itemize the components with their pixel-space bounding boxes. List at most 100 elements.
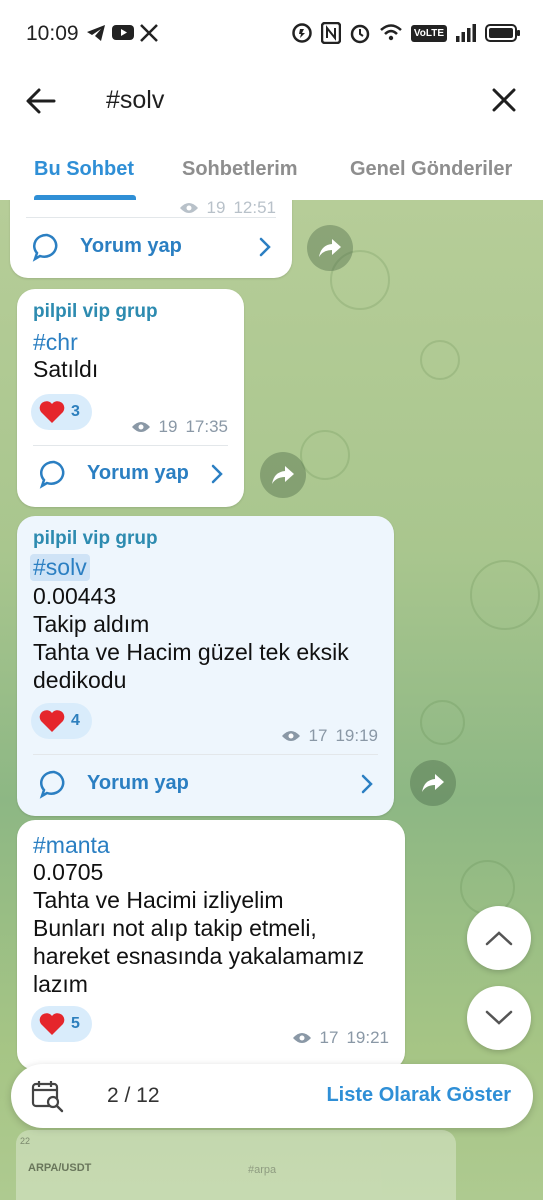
message-bubble[interactable]: 19 12:51 Yorum yap — [10, 200, 292, 278]
heart-icon — [39, 710, 65, 732]
message-time: 12:51 — [233, 200, 276, 217]
close-icon[interactable] — [489, 85, 519, 115]
chevron-right-icon — [259, 237, 271, 257]
heart-icon — [39, 1013, 65, 1035]
tab-bu-sohbet[interactable]: Bu Sohbet — [34, 158, 134, 181]
message-text: Tahta ve Hacim güzel tek eksik — [33, 639, 349, 665]
status-left-icons — [86, 24, 158, 42]
battery-icon — [485, 24, 520, 42]
alarm-icon — [350, 24, 370, 44]
views-eye-icon — [292, 1033, 311, 1043]
hashtag-link[interactable]: #chr — [33, 329, 78, 356]
signal-icon — [456, 24, 476, 42]
message-text: 0.00443 — [33, 583, 117, 609]
wifi-icon — [379, 24, 402, 41]
hashtag-link[interactable]: #manta — [33, 832, 110, 859]
share-arrow-icon — [272, 466, 294, 484]
previous-result-button[interactable] — [467, 906, 531, 970]
hashtag-link-highlighted[interactable]: #solv — [30, 554, 90, 581]
status-time: 10:09 — [26, 22, 79, 45]
tab-sohbetlerim[interactable]: Sohbetlerim — [182, 158, 298, 181]
x-icon — [140, 24, 158, 42]
telegram-icon — [87, 25, 105, 41]
comment-row[interactable]: Yorum yap — [17, 445, 244, 505]
chevron-down-icon — [485, 1010, 513, 1025]
views-eye-icon — [281, 731, 300, 741]
preview-pair-text: ARPA/USDT — [28, 1162, 92, 1174]
view-count: 17 — [319, 1028, 339, 1047]
message-text: lazım — [33, 971, 88, 997]
data-saver-icon — [292, 23, 312, 43]
share-arrow-icon — [319, 239, 341, 257]
result-counter: 2 / 12 — [107, 1084, 160, 1107]
comment-row[interactable]: Yorum yap — [17, 755, 394, 815]
wallpaper-doodle — [420, 700, 465, 745]
view-count: 19 — [206, 200, 226, 217]
reaction-chip[interactable]: 4 — [31, 703, 92, 739]
views-eye-icon — [179, 203, 198, 213]
message-bubble[interactable]: #manta 0.0705 Tahta ve Hacimi izliyelim … — [17, 820, 405, 1070]
chevron-right-icon — [361, 774, 373, 794]
show-as-list-button[interactable]: Liste Olarak Göster — [326, 1084, 511, 1107]
next-result-button[interactable] — [467, 986, 531, 1050]
youtube-icon — [112, 25, 134, 40]
comment-icon — [39, 770, 65, 799]
share-arrow-icon — [422, 774, 444, 792]
nfc-icon — [320, 22, 341, 44]
preview-status-text: 22 — [20, 1136, 31, 1146]
comment-button-label: Yorum yap — [87, 772, 189, 794]
message-bubble-highlighted[interactable]: pilpil vip grup #solv 0.00443 Takip aldı… — [17, 516, 394, 816]
search-tabs: Bu Sohbet Sohbetlerim Genel Gönderiler — [0, 150, 543, 200]
back-arrow-icon[interactable] — [24, 84, 58, 118]
reaction-count: 5 — [71, 1015, 80, 1032]
reaction-chip[interactable]: 5 — [31, 1006, 92, 1042]
message-text: Takip aldım — [33, 611, 150, 637]
comment-icon — [32, 233, 58, 262]
message-meta: 17 19:21 — [292, 1028, 389, 1048]
view-count: 19 — [158, 417, 178, 436]
comment-button-label: Yorum yap — [80, 235, 182, 257]
share-button[interactable] — [260, 452, 306, 498]
message-text: Bunları not alıp takip etmeli, — [33, 915, 317, 941]
message-text: Tahta ve Hacimi izliyelim — [33, 887, 284, 913]
status-bar: 10:09 VoLTE — [0, 0, 543, 68]
preview-search-text: #arpa — [248, 1164, 277, 1176]
wallpaper-doodle — [300, 430, 350, 480]
calendar-search-icon[interactable] — [31, 1079, 65, 1113]
sender-name[interactable]: pilpil vip grup — [33, 528, 158, 550]
share-button[interactable] — [307, 225, 353, 271]
search-header: #solv Bu Sohbet Sohbetlerim Genel Gönder… — [0, 68, 543, 200]
share-button[interactable] — [410, 760, 456, 806]
chat-area[interactable]: 19 12:51 Yorum yap pilpil vip grup #chr … — [0, 200, 543, 1200]
comment-row[interactable]: Yorum yap — [10, 218, 292, 278]
search-input[interactable]: #solv — [106, 86, 164, 115]
views-eye-icon — [131, 422, 150, 432]
message-text: Satıldı — [33, 356, 99, 382]
reaction-count: 3 — [71, 403, 80, 420]
reaction-count: 4 — [71, 712, 80, 729]
view-count: 17 — [308, 726, 328, 745]
message-time: 19:19 — [335, 726, 378, 745]
message-time: 19:21 — [346, 1028, 389, 1047]
message-meta: 19 12:51 — [179, 200, 276, 218]
reaction-chip[interactable]: 3 — [31, 394, 92, 430]
tab-genel-gonderiler[interactable]: Genel Gönderiler — [350, 158, 512, 181]
comment-button-label: Yorum yap — [87, 462, 189, 484]
message-meta: 17 19:19 — [281, 726, 378, 746]
volte-icon: VoLTE — [410, 24, 447, 42]
message-text: dedikodu — [33, 667, 127, 693]
message-text: 0.0705 — [33, 859, 104, 885]
chevron-up-icon — [485, 931, 513, 946]
message-meta: 19 17:35 — [131, 417, 228, 437]
sender-name[interactable]: pilpil vip grup — [33, 301, 158, 323]
wallpaper-doodle — [420, 340, 460, 380]
image-preview[interactable]: 22 ARPA/USDT #arpa — [16, 1130, 456, 1200]
comment-icon — [39, 460, 65, 489]
wallpaper-doodle — [470, 560, 540, 630]
heart-icon — [39, 401, 65, 423]
chevron-right-icon — [211, 464, 223, 484]
message-bubble[interactable]: pilpil vip grup #chr Satıldı 3 19 17:35 … — [17, 289, 244, 507]
status-right-icons: VoLTE — [291, 22, 521, 44]
message-time: 17:35 — [185, 417, 228, 436]
message-text: hareket esnasında yakalamamız — [33, 943, 365, 969]
